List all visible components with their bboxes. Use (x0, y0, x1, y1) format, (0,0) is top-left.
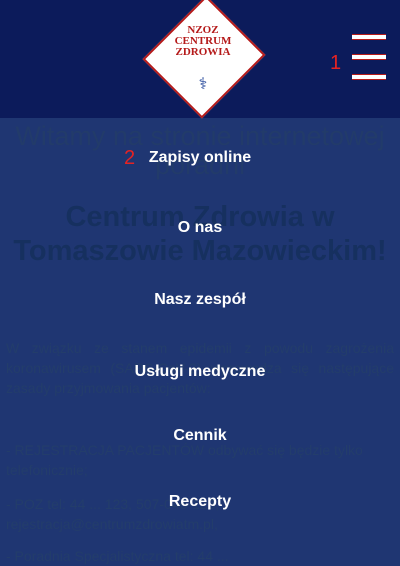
menu-item-zapisy-online[interactable]: Zapisy online (0, 148, 400, 168)
mobile-menu: 2 Zapisy online O nas Nasz zespół Usługi… (0, 118, 400, 553)
menu-item-uslugi-medyczne[interactable]: Usługi medyczne (0, 362, 400, 382)
menu-item-cennik[interactable]: Cennik (0, 426, 400, 446)
menu-item-nasz-zespol[interactable]: Nasz zespół (0, 290, 400, 310)
hamburger-icon[interactable] (352, 34, 386, 86)
logo-line-3: ZDROWIA (175, 46, 231, 58)
menu-item-recepty[interactable]: Recepty (0, 492, 400, 512)
site-header: NZOZ CENTRUM ZDROWIA ⚕ 1 (0, 0, 400, 119)
menu-item-o-nas[interactable]: O nas (0, 218, 400, 238)
logo-text: NZOZ CENTRUM ZDROWIA (168, 25, 238, 58)
annotation-marker-1: 1 (330, 52, 342, 74)
logo[interactable] (142, 0, 266, 119)
caduceus-icon: ⚕ (198, 76, 208, 93)
